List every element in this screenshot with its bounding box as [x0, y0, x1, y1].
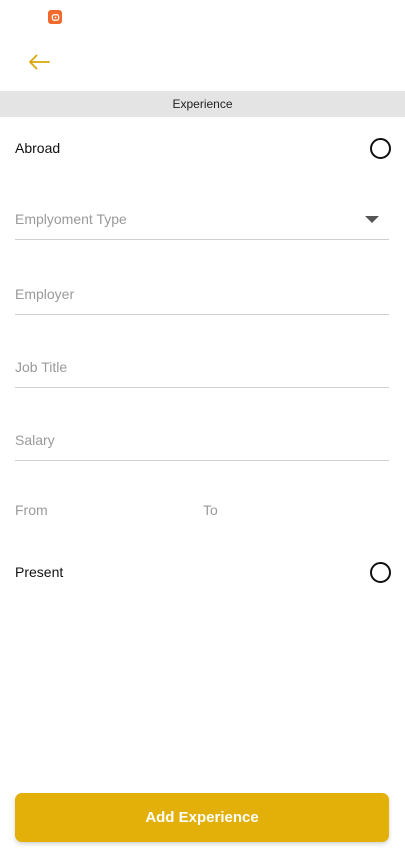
job-title-placeholder: Job Title: [15, 359, 68, 375]
chevron-down-icon: [365, 216, 379, 223]
salary-field[interactable]: Salary: [15, 424, 389, 461]
section-header: Experience: [0, 91, 405, 117]
from-date-field[interactable]: From: [15, 502, 48, 518]
present-row: Present: [15, 557, 391, 587]
status-bar: [0, 0, 405, 36]
present-label: Present: [15, 564, 64, 580]
to-date-field[interactable]: To: [203, 502, 218, 518]
app-glyph-icon: [51, 13, 59, 21]
arrow-left-icon: [29, 54, 50, 70]
section-title: Experience: [172, 97, 233, 111]
employment-type-dropdown[interactable]: Emplyoment Type: [15, 203, 389, 240]
abroad-row: Abroad: [15, 133, 391, 163]
salary-placeholder: Salary: [15, 432, 55, 448]
present-radio[interactable]: [370, 561, 391, 583]
add-experience-label: Add Experience: [145, 809, 259, 826]
job-title-field[interactable]: Job Title: [15, 351, 389, 388]
employment-type-placeholder: Emplyoment Type: [15, 211, 127, 227]
abroad-label: Abroad: [15, 140, 61, 156]
abroad-radio[interactable]: [370, 137, 391, 159]
employer-field[interactable]: Employer: [15, 278, 389, 315]
employer-placeholder: Employer: [15, 286, 75, 302]
app-notification-icon: [48, 10, 62, 24]
back-button[interactable]: [24, 48, 54, 76]
add-experience-button[interactable]: Add Experience: [15, 793, 389, 842]
